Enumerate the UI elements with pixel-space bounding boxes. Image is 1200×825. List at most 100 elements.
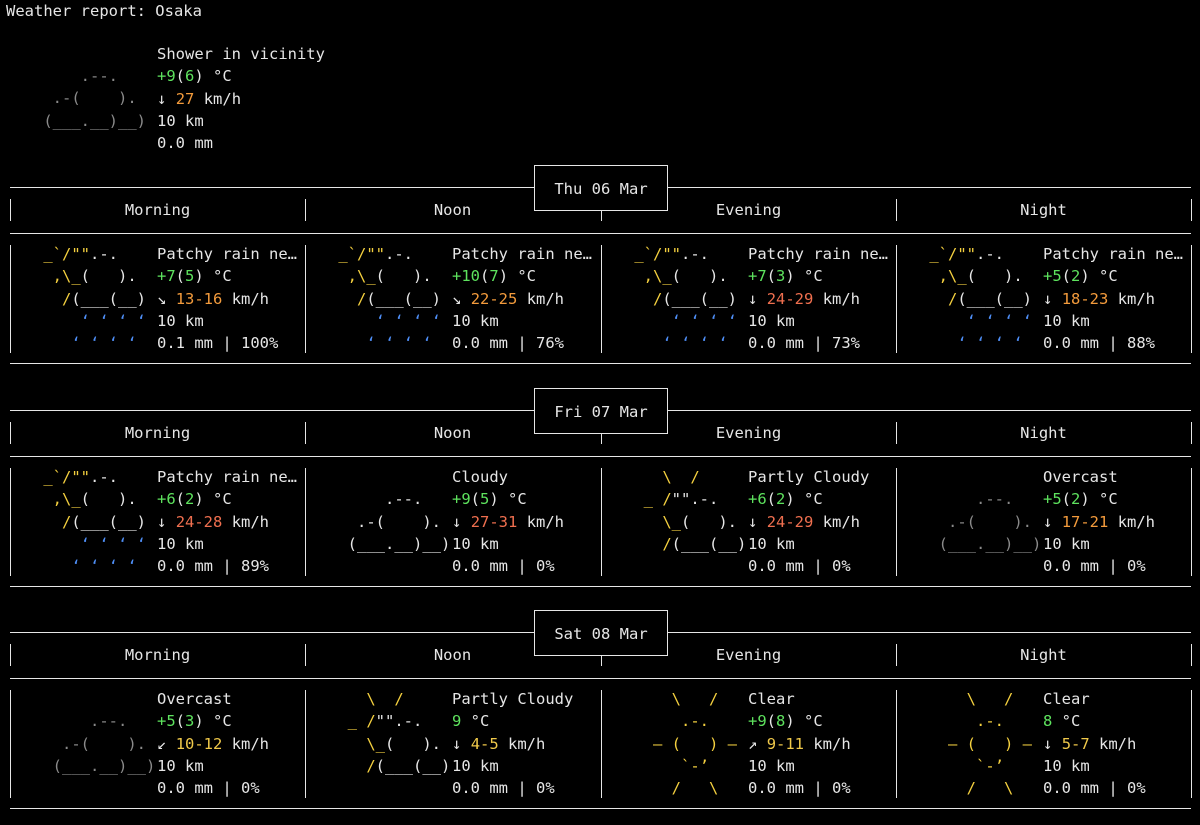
date-label: Fri 07 Mar: [554, 403, 648, 421]
wind-direction-icon: ↓: [452, 512, 462, 531]
visibility: 10 km: [1043, 534, 1090, 553]
wind-direction-icon: ↓: [157, 512, 167, 531]
current-visibility: 10 km: [157, 111, 204, 130]
current-temperature: +9(6) °C: [157, 67, 232, 86]
forecast-cell: .--. .-( ). (___.__)__) Overcast +5(2) °C…: [920, 466, 1190, 578]
table-divider: [1191, 245, 1192, 353]
forecast-info: Patchy rain ne… +10(7) °C ↘ 22-25 km/h 10 k…: [452, 243, 592, 354]
condition: Cloudy: [452, 468, 508, 486]
table-divider: [896, 690, 897, 798]
condition: Patchy rain ne…: [1043, 245, 1183, 263]
wind-direction-icon: ↗: [748, 734, 758, 753]
period-header: Noon: [433, 424, 472, 442]
table-divider: [1191, 199, 1192, 221]
condition: Overcast: [1043, 468, 1118, 486]
wind-direction-icon: ↓: [452, 734, 462, 753]
visibility: 10 km: [1043, 311, 1090, 330]
forecast-cell: _`/"".-. ,\_( ). /(___(__) ‘ ‘ ‘ ‘ ‘ ‘ ‘…: [625, 243, 895, 355]
condition: Overcast: [157, 690, 232, 708]
period-header: Morning: [124, 201, 191, 219]
current-condition: Shower in vicinity: [157, 45, 325, 63]
precipitation: 0.0 mm | 0%: [452, 779, 555, 798]
condition: Patchy rain ne…: [452, 245, 592, 263]
condition: Patchy rain ne…: [157, 468, 297, 486]
temperature: +5(2) °C: [1043, 490, 1118, 509]
wind-direction-icon: ↓: [748, 289, 758, 308]
precipitation: 0.0 mm | 0%: [748, 557, 851, 576]
table-border-header: [10, 456, 1191, 457]
precipitation: 0.0 mm | 0%: [1043, 557, 1146, 576]
precipitation: 0.0 mm | 89%: [157, 557, 269, 576]
table-divider: [10, 245, 11, 353]
temperature: +5(3) °C: [157, 712, 232, 731]
table-divider: [10, 690, 11, 798]
precipitation: 0.0 mm | 76%: [452, 334, 564, 353]
forecast-cell: _`/"".-. ,\_( ). /(___(__) ‘ ‘ ‘ ‘ ‘ ‘ ‘…: [34, 466, 304, 578]
visibility: 10 km: [1043, 756, 1090, 775]
wind: ↓ 17-21 km/h: [1043, 512, 1156, 531]
patchy-rain-icon: _`/"".-. ,\_( ). /(___(__) ‘ ‘ ‘ ‘ ‘ ‘ ‘…: [34, 468, 156, 576]
period-header: Evening: [715, 201, 782, 219]
wind-direction-icon: ↘: [157, 289, 167, 308]
forecast-cell: .--. .-( ). (___.__)__) Cloudy +9(5) °C ↓ …: [329, 466, 599, 578]
period-header: Night: [1020, 646, 1067, 664]
table-divider: [305, 468, 306, 576]
forecast-cell: _`/"".-. ,\_( ). /(___(__) ‘ ‘ ‘ ‘ ‘ ‘ ‘…: [329, 243, 599, 355]
wind-direction-icon: ↓: [1043, 289, 1053, 308]
period-header: Evening: [715, 424, 782, 442]
current-precipitation: 0.0 mm: [157, 134, 213, 153]
wind: ↓ 24-28 km/h: [157, 512, 270, 531]
patchy-rain-icon: _`/"".-. ,\_( ). /(___(__) ‘ ‘ ‘ ‘ ‘ ‘ ‘…: [920, 245, 1042, 353]
temperature: +6(2) °C: [748, 490, 823, 509]
precipitation: 0.0 mm | 88%: [1043, 334, 1155, 353]
wind: ↓ 27-31 km/h: [452, 512, 565, 531]
cloudy-icon: .--. .-( ). (___.__)__): [329, 490, 460, 553]
table-border-header: [10, 678, 1191, 679]
wind-direction-icon: ↓: [157, 89, 167, 108]
forecast-info: Patchy rain ne… +7(5) °C ↘ 13-16 km/h 10 km…: [157, 243, 297, 354]
visibility: 10 km: [452, 311, 499, 330]
patchy-rain-icon: _`/"".-. ,\_( ). /(___(__) ‘ ‘ ‘ ‘ ‘ ‘ ‘…: [329, 245, 451, 353]
overcast-icon: .--. .-( ). (___.__)__): [920, 490, 1051, 553]
forecast-cell: \ / _ /"".-. \_( ). /(___(__) Partly Clo…: [329, 688, 599, 800]
partly-cloudy-icon: \ / _ /"".-. \_( ). /(___(__): [625, 468, 756, 553]
forecast-info: Clear 8 °C ↓ 5-7 km/h 10 km 0.0 mm | 0%: [1043, 688, 1146, 799]
table-divider: [1191, 422, 1192, 444]
table-divider: [1191, 690, 1192, 798]
cloud-icon: .--. .-( ). (___.__)__): [43, 67, 146, 130]
wind: ↓ 5-7 km/h: [1043, 734, 1137, 753]
date-label: Sat 08 Mar: [554, 625, 648, 643]
period-header: Night: [1020, 201, 1067, 219]
wind: ↗ 9-11 km/h: [748, 734, 851, 753]
condition: Patchy rain ne…: [157, 245, 297, 263]
forecast-cell: _`/"".-. ,\_( ). /(___(__) ‘ ‘ ‘ ‘ ‘ ‘ ‘…: [34, 243, 304, 355]
visibility: 10 km: [157, 311, 204, 330]
temperature: +5(2) °C: [1043, 267, 1118, 286]
table-divider: [601, 690, 602, 798]
wind: ↓ 18-23 km/h: [1043, 289, 1156, 308]
patchy-rain-icon: _`/"".-. ,\_( ). /(___(__) ‘ ‘ ‘ ‘ ‘ ‘ ‘…: [625, 245, 747, 353]
temperature: 8 °C: [1043, 712, 1081, 731]
temperature: 9 °C: [452, 712, 490, 731]
condition: Clear: [748, 690, 795, 708]
wind: ↓ 24-29 km/h: [748, 289, 861, 308]
period-header: Night: [1020, 424, 1067, 442]
clear-icon: \ / .-. ‒ ( ) ‒ `-’ / \: [920, 690, 1032, 798]
forecast-cell: \ / .-. ‒ ( ) ‒ `-’ / \ Clear 8 °C ↓ 5-7 km…: [920, 688, 1190, 800]
precipitation: 0.0 mm | 0%: [157, 779, 260, 798]
visibility: 10 km: [157, 534, 204, 553]
table-divider: [896, 245, 897, 353]
patchy-rain-icon: _`/"".-. ,\_( ). /(___(__) ‘ ‘ ‘ ‘ ‘ ‘ ‘…: [34, 245, 156, 353]
condition: Partly Cloudy: [748, 468, 870, 486]
temperature: +9(5) °C: [452, 490, 527, 509]
table-border-bottom: [10, 586, 1191, 587]
wind-direction-icon: ↓: [1043, 734, 1053, 753]
table-divider: [601, 245, 602, 353]
date-label: Thu 06 Mar: [554, 180, 648, 198]
forecast-info: Overcast +5(2) °C ↓ 17-21 km/h 10 km 0.0 mm …: [1043, 466, 1155, 577]
table-divider: [896, 468, 897, 576]
current-info: Shower in vicinity +9(6) °C ↓ 27 km/h 10…: [157, 43, 325, 154]
partly-cloudy-icon: \ / _ /"".-. \_( ). /(___(__): [329, 690, 460, 775]
period-header: Noon: [433, 646, 472, 664]
period-header: Morning: [124, 424, 191, 442]
